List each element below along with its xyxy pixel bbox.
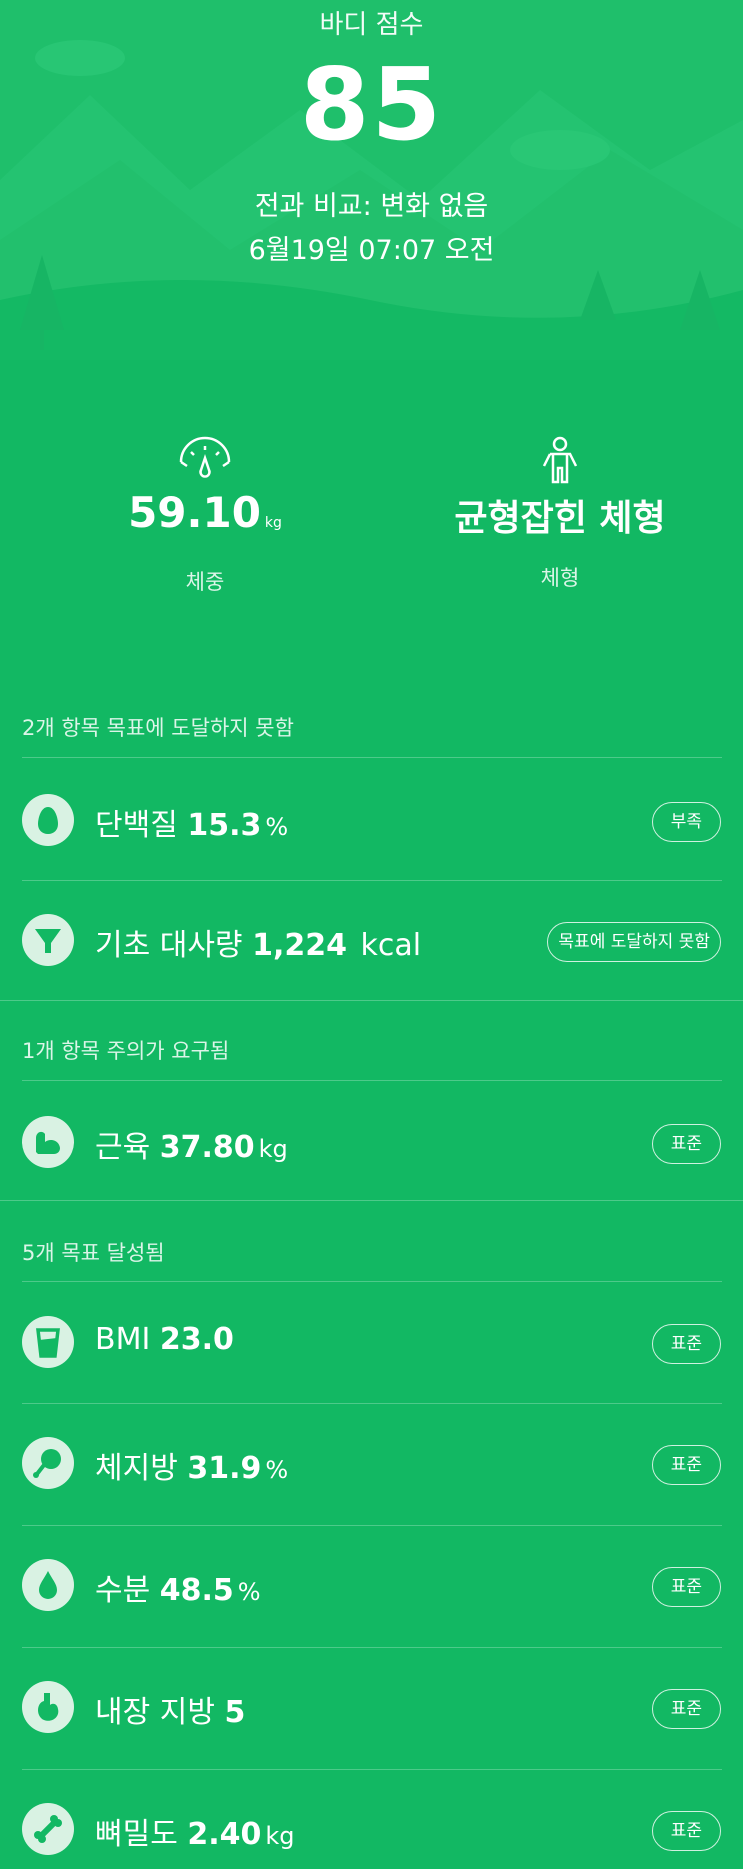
- section-header-achieved: 5개 목표 달성됨: [22, 1241, 165, 1265]
- metric-row-bmr[interactable]: 기초 대사량 1,224 kcal 목표에 도달하지 못함: [0, 882, 743, 1000]
- status-badge[interactable]: 표준: [651, 1567, 721, 1607]
- divider: [22, 1080, 722, 1081]
- status-badge[interactable]: 표준: [651, 1445, 721, 1485]
- weight-value: 59.10: [128, 488, 261, 537]
- metric-row-protein[interactable]: 단백질 15.3% 부족: [0, 762, 743, 880]
- metric-unit: kg: [258, 1135, 288, 1163]
- egg-icon: [22, 794, 74, 846]
- section-header-attention: 1개 항목 주의가 요구됨: [22, 1039, 230, 1063]
- metric-row-bmi[interactable]: BMI 23.0 표준: [0, 1284, 743, 1402]
- divider: [0, 1200, 743, 1201]
- metric-unit: %: [265, 813, 289, 841]
- metric-unit: %: [265, 1456, 289, 1484]
- drumstick-icon: [22, 1437, 74, 1489]
- scale-icon: [179, 436, 231, 478]
- divider: [22, 1525, 722, 1526]
- funnel-icon: [22, 914, 74, 966]
- hero-header: 바디 점수 85 전과 비교: 변화 없음 6월19일 07:07 오전: [0, 0, 743, 360]
- bone-icon: [22, 1803, 74, 1855]
- weight-stat[interactable]: 59.10 kg 체중: [95, 436, 315, 596]
- metric-unit: %: [237, 1578, 261, 1606]
- divider: [22, 1769, 722, 1770]
- metric-row-visceral-fat[interactable]: 내장 지방 5 표준: [0, 1649, 743, 1767]
- divider: [0, 1000, 743, 1001]
- metric-name: 뼈밀도: [95, 1817, 178, 1852]
- metric-name: BMI: [95, 1322, 151, 1357]
- metric-name: 단백질: [95, 808, 178, 843]
- metric-value: 48.5: [159, 1573, 234, 1608]
- status-badge[interactable]: 부족: [651, 802, 721, 842]
- status-badge[interactable]: 목표에 도달하지 못함: [547, 922, 721, 962]
- water-drop-icon: [22, 1559, 74, 1611]
- cup-icon: [22, 1316, 74, 1368]
- body-type-stat[interactable]: 균형잡힌 체형 체형: [420, 436, 700, 592]
- metric-unit: kcal: [360, 928, 422, 963]
- metric-value: 5: [224, 1695, 246, 1730]
- metric-value: 31.9: [187, 1451, 262, 1486]
- metric-name: 체지방: [95, 1451, 178, 1486]
- stomach-icon: [22, 1681, 74, 1733]
- divider: [22, 880, 722, 881]
- divider: [22, 1647, 722, 1648]
- metric-row-bone-mass[interactable]: 뼈밀도 2.40 kg 표준: [0, 1771, 743, 1869]
- measurement-datetime: 6월19일 07:07 오전: [248, 235, 495, 266]
- compare-text: 전과 비교: 변화 없음: [254, 191, 489, 222]
- weight-caption: 체중: [185, 570, 225, 594]
- weight-unit: kg: [264, 515, 282, 531]
- body-type-value: 균형잡힌 체형: [454, 498, 666, 539]
- score-value: 85: [299, 46, 444, 163]
- metric-value: 37.80: [159, 1130, 255, 1165]
- body-type-caption: 체형: [540, 566, 580, 590]
- muscle-icon: [22, 1116, 74, 1168]
- metric-value: 2.40: [187, 1817, 262, 1852]
- status-badge[interactable]: 표준: [651, 1324, 721, 1364]
- metric-row-body-fat[interactable]: 체지방 31.9% 표준: [0, 1405, 743, 1523]
- metric-value: 15.3: [187, 808, 262, 843]
- metric-value: 1,224: [252, 928, 347, 963]
- metric-row-muscle[interactable]: 근육 37.80 kg 표준: [0, 1084, 743, 1202]
- metric-name: 근육: [95, 1130, 151, 1165]
- person-icon: [542, 436, 578, 484]
- metric-row-water[interactable]: 수분 48.5% 표준: [0, 1527, 743, 1645]
- metric-name: 수분: [95, 1573, 151, 1608]
- divider: [22, 1403, 722, 1404]
- divider: [22, 1281, 722, 1282]
- metric-value: 23.0: [159, 1322, 234, 1357]
- section-header-not-reached: 2개 항목 목표에 도달하지 못함: [22, 716, 294, 740]
- status-badge[interactable]: 표준: [651, 1124, 721, 1164]
- status-badge[interactable]: 표준: [651, 1689, 721, 1729]
- metric-name: 내장 지방: [95, 1695, 215, 1730]
- status-badge[interactable]: 표준: [651, 1811, 721, 1851]
- score-label: 바디 점수: [319, 10, 424, 40]
- metric-unit: kg: [265, 1822, 295, 1850]
- metric-name: 기초 대사량: [95, 928, 243, 963]
- divider: [22, 757, 722, 758]
